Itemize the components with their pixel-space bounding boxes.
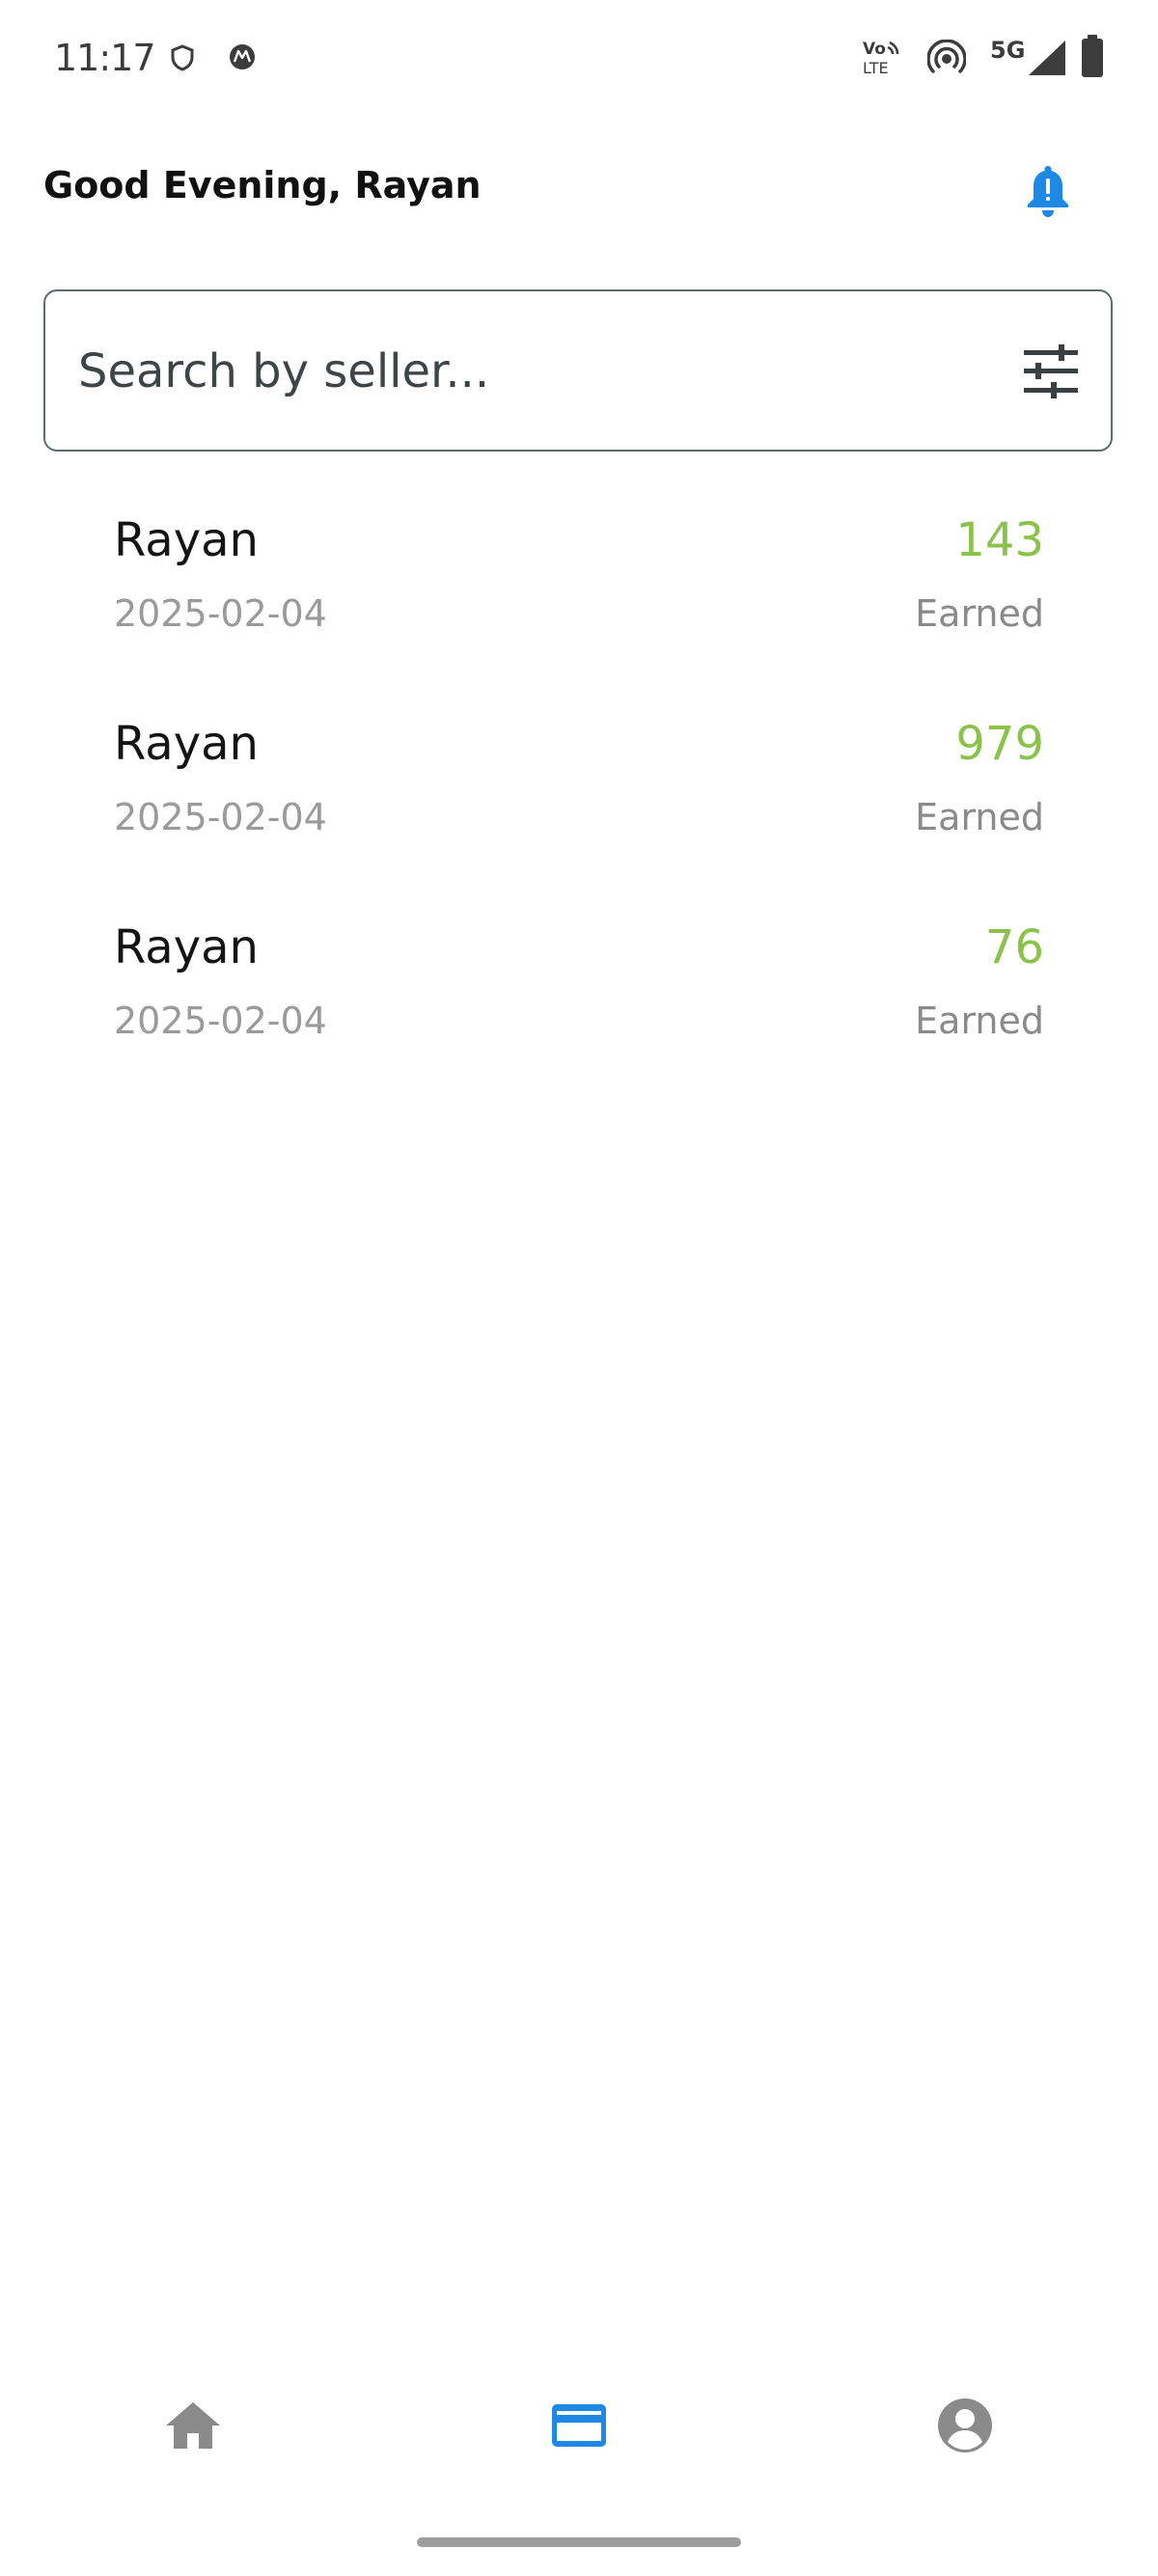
transaction-amount: 143 — [955, 513, 1044, 567]
seller-name: Rayan — [114, 513, 259, 567]
greeting-title: Good Evening, Rayan — [43, 164, 482, 206]
signal-icon — [1029, 41, 1065, 75]
volte-icon: Vo LTE — [863, 40, 899, 77]
transaction-date: 2025-02-04 — [114, 796, 327, 838]
transaction-amount: 979 — [955, 717, 1044, 771]
search-box — [43, 289, 1113, 452]
seller-name: Rayan — [114, 920, 259, 974]
transaction-status: Earned — [915, 592, 1044, 635]
credit-card-icon — [552, 2404, 606, 2447]
nav-profile[interactable] — [907, 2377, 1023, 2474]
list-item[interactable]: Rayan 2025-02-04 76 Earned — [0, 909, 1158, 1112]
transaction-date: 2025-02-04 — [114, 592, 327, 635]
nav-payments[interactable] — [521, 2377, 637, 2474]
bell-icon — [1028, 166, 1068, 217]
transaction-amount: 76 — [984, 920, 1044, 974]
home-indicator[interactable] — [417, 2537, 741, 2547]
network-label: 5G — [990, 37, 1025, 64]
list-item[interactable]: Rayan 2025-02-04 143 Earned — [0, 502, 1158, 705]
motorola-icon — [230, 44, 255, 69]
tune-icon — [1024, 344, 1078, 398]
home-icon — [166, 2402, 220, 2449]
hotspot-icon — [927, 40, 966, 73]
account-icon — [938, 2398, 992, 2453]
nav-home[interactable] — [135, 2377, 251, 2474]
status-time: 11:17 — [54, 37, 156, 79]
seller-name: Rayan — [114, 717, 259, 771]
bottom-navigation — [0, 2354, 1158, 2499]
transactions-list: Rayan 2025-02-04 143 Earned Rayan 2025-0… — [0, 502, 1158, 1112]
transaction-status: Earned — [915, 1000, 1044, 1042]
search-input[interactable] — [76, 330, 968, 413]
transaction-date: 2025-02-04 — [114, 1000, 327, 1042]
volte-label-bottom: LTE — [863, 59, 889, 77]
header: Good Evening, Rayan — [0, 145, 1158, 241]
transaction-status: Earned — [915, 796, 1044, 838]
notifications-button[interactable] — [1023, 162, 1073, 220]
list-item[interactable]: Rayan 2025-02-04 979 Earned — [0, 705, 1158, 909]
5g-icon: 5G — [990, 37, 1025, 64]
status-bar: 11:17 Vo LTE 5G — [0, 0, 1158, 116]
volte-label-top: Vo — [863, 40, 886, 59]
shield-icon — [171, 44, 194, 71]
filter-button[interactable] — [1022, 344, 1080, 398]
battery-icon — [1082, 35, 1103, 77]
